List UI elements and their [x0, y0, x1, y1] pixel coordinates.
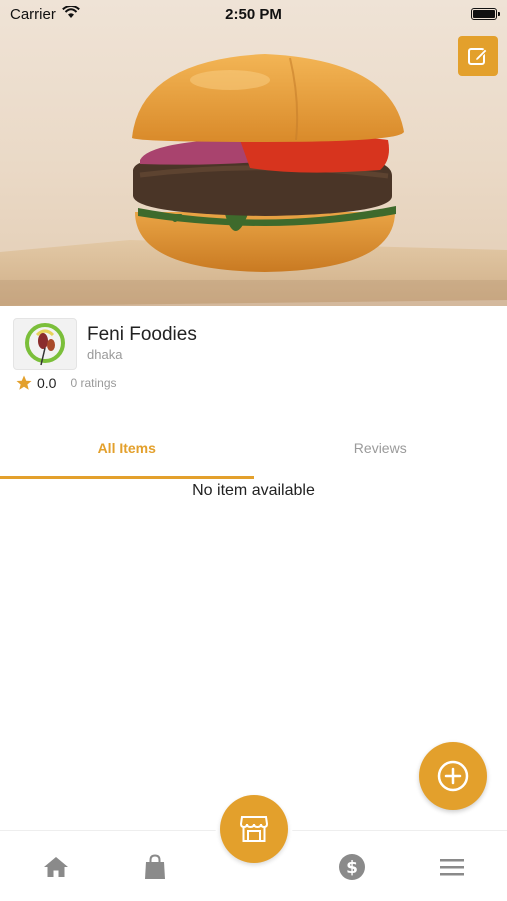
store-cover-image: Carrier 2:50 PM	[0, 0, 507, 306]
nav-home[interactable]	[41, 853, 71, 881]
edit-icon	[467, 45, 489, 67]
dollar-icon: $	[338, 853, 366, 881]
rating-row: 0.0 0 ratings	[15, 374, 117, 392]
nav-orders[interactable]	[140, 853, 170, 881]
tab-bar: All Items Reviews	[0, 428, 507, 480]
tab-all-items[interactable]: All Items	[0, 428, 254, 480]
active-tab-indicator	[0, 476, 254, 479]
nav-store-button[interactable]	[220, 795, 288, 863]
store-logo	[13, 318, 77, 370]
store-location: dhaka	[87, 347, 122, 362]
empty-state-message: No item available	[0, 482, 507, 500]
tab-reviews[interactable]: Reviews	[254, 428, 507, 480]
rating-value: 0.0	[37, 375, 56, 391]
add-item-button[interactable]	[419, 742, 487, 810]
nav-earnings[interactable]: $	[337, 853, 367, 881]
carrier-label: Carrier	[10, 6, 56, 23]
star-icon	[15, 374, 33, 392]
rating-count: 0 ratings	[70, 376, 116, 390]
menu-icon	[439, 857, 465, 877]
plus-circle-icon	[436, 759, 470, 793]
store-name: Feni Foodies	[87, 324, 197, 346]
edit-store-button[interactable]	[458, 36, 498, 76]
nav-menu[interactable]	[437, 853, 467, 881]
burger-image	[0, 0, 507, 306]
status-bar: Carrier 2:50 PM	[0, 0, 507, 28]
svg-text:$: $	[346, 858, 358, 878]
home-icon	[43, 855, 69, 879]
store-icon	[239, 815, 269, 843]
wifi-icon	[62, 6, 80, 23]
battery-icon	[471, 8, 497, 20]
shopping-bag-icon	[143, 854, 167, 880]
